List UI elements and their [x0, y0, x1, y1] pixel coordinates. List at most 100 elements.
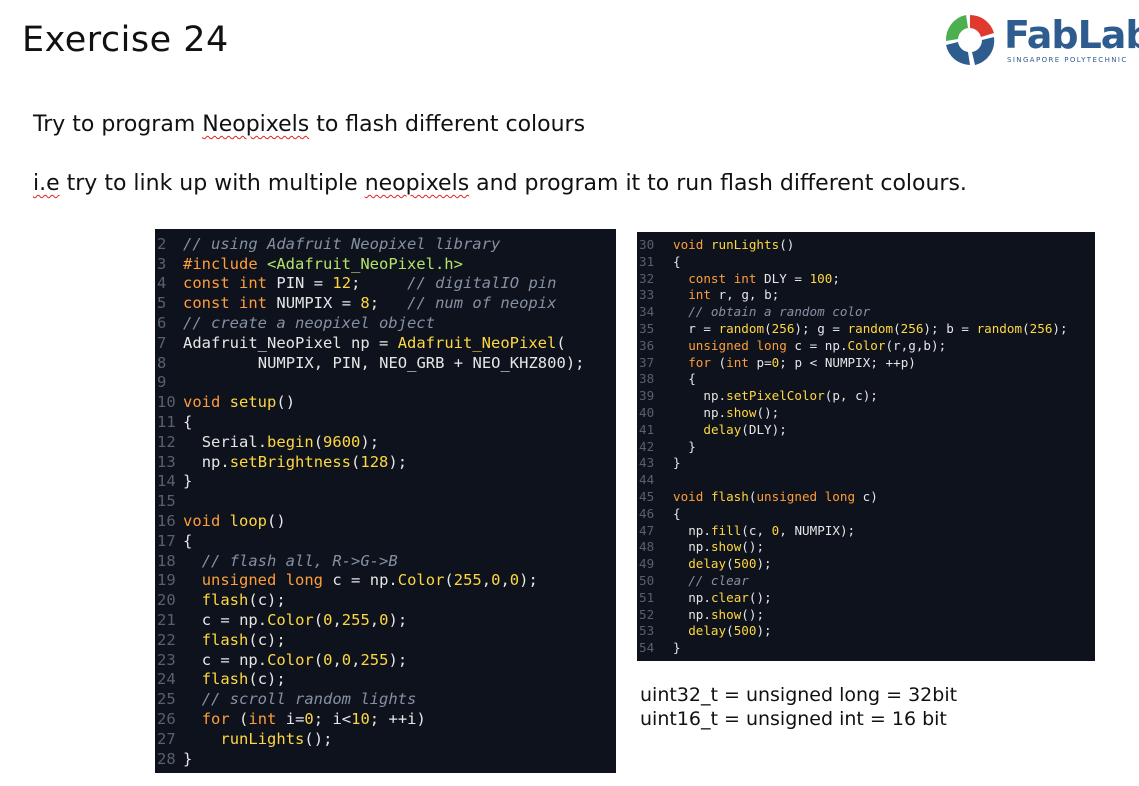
line-number: 28 [157, 749, 176, 768]
code-line: 30 void runLights() [637, 237, 794, 254]
code-line: 47 np.fill(c, 0, NUMPIX); [637, 523, 855, 540]
code-text: } [673, 640, 681, 656]
code-text: #include <Adafruit_NeoPixel.h> [183, 254, 463, 273]
code-line: 19 unsigned long c = np.Color(255,0,0); [155, 571, 538, 591]
code-line: 2 // using Adafruit Neopixel library [155, 235, 500, 255]
line-number: 22 [157, 630, 176, 649]
code-text: // obtain a random color [688, 304, 871, 320]
code-text: flash(c); [201, 591, 286, 610]
code-text: Serial.begin(9600); [201, 432, 380, 451]
line-number: 10 [157, 393, 176, 412]
line-number: 11 [157, 413, 176, 431]
line-number: 43 [639, 455, 655, 471]
line-number: 48 [639, 539, 655, 555]
line-number: 50 [639, 573, 655, 588]
instruction-text-flagged: neopixels [364, 171, 470, 196]
code-line: 48 np.show(); [637, 539, 764, 556]
code-line: 25 // scroll random lights [155, 690, 416, 710]
code-text: for (int p=0; p < NUMPIX; ++p) [688, 354, 916, 370]
instruction-text-flagged: Neopixels [202, 112, 310, 137]
line-number: 13 [157, 452, 176, 471]
code-text: for (int i=0; i<10; ++i) [201, 710, 426, 728]
code-text: // using Adafruit Neopixel library [183, 234, 501, 253]
code-line: 3 #include <Adafruit_NeoPixel.h> [155, 255, 463, 275]
line-number: 20 [157, 591, 176, 610]
page-title: Exercise 24 [22, 20, 229, 60]
code-text: np.clear(); [688, 589, 772, 605]
code-text: } [183, 472, 193, 491]
line-number: 47 [639, 522, 655, 538]
code-text: np.show(); [688, 539, 765, 555]
code-text: { [673, 505, 681, 521]
code-text: delay(500); [688, 556, 772, 572]
code-line: 39 np.setPixelColor(p, c); [637, 388, 878, 405]
line-number: 7 [157, 333, 167, 352]
line-number: 52 [639, 606, 655, 622]
logo-subtitle: SINGAPORE POLYTECHNIC [1007, 56, 1128, 64]
code-line: 10 void setup() [155, 393, 295, 413]
code-text: unsigned long c = np.Color(255,0,0); [201, 571, 538, 590]
line-number: 40 [639, 405, 655, 420]
code-text: unsigned long c = np.Color(r,g,b); [688, 337, 947, 353]
line-number: 16 [157, 512, 176, 530]
line-number: 19 [157, 571, 176, 590]
code-text: np.fill(c, 0, NUMPIX); [688, 522, 856, 538]
code-text: c = np.Color(0,255,0); [201, 611, 408, 629]
code-line: 16 void loop() [155, 512, 286, 532]
code-line: 33 int r, g, b; [637, 287, 779, 304]
code-text: void flash(unsigned long c) [673, 489, 878, 504]
code-text: // create a neopixel object [183, 314, 435, 332]
code-line: 46 { [637, 506, 681, 523]
code-screenshot-runlights-flash: 30 void runLights() 31 {32 const int DLY = … [637, 232, 1095, 661]
code-text: delay(DLY); [703, 421, 787, 437]
code-text: { [183, 413, 193, 431]
code-line: 44 [637, 472, 673, 489]
line-number: 23 [157, 650, 176, 669]
line-number: 17 [157, 531, 176, 550]
instruction-line-2: i.e try to link up with multiple neopixe… [33, 171, 967, 196]
code-text: { [183, 531, 193, 550]
instruction-text: to flash different colours [309, 112, 586, 137]
code-screenshot-setup-loop: 12 // using Adafruit Neopixel library 3 #in… [155, 229, 616, 773]
line-number: 39 [639, 388, 655, 404]
code-line: 12 Serial.begin(9600); [155, 433, 379, 453]
code-line: 31 { [637, 254, 681, 271]
line-number: 51 [639, 589, 655, 605]
line-number: 21 [157, 611, 176, 629]
note-uint16: uint16_t = unsigned int = 16 bit [640, 708, 947, 730]
code-line: 15 [155, 492, 183, 512]
code-text: const int NUMPIX = 8; // num of neopix [183, 294, 557, 313]
line-number: 4 [157, 274, 167, 293]
code-line: 40 np.show(); [637, 405, 779, 422]
code-line: 13 np.setBrightness(128); [155, 453, 407, 473]
code-line: 23 c = np.Color(0,0,255); [155, 651, 407, 671]
code-line: 5 const int NUMPIX = 8; // num of neopix [155, 294, 556, 314]
line-number: 24 [157, 670, 176, 689]
fablab-logo: FabLab SINGAPORE POLYTECHNIC [941, 11, 1139, 71]
line-number: 53 [639, 623, 655, 639]
line-number: 38 [639, 371, 655, 387]
code-text: NUMPIX, PIN, NEO_GRB + NEO_KHZ800); [257, 353, 585, 372]
code-line: 54} [637, 640, 681, 657]
code-text: Adafruit_NeoPixel np = Adafruit_NeoPixel… [183, 333, 566, 352]
code-line: 42 } [637, 439, 696, 456]
code-line: 6 // create a neopixel object [155, 314, 435, 334]
code-text: np.setPixelColor(p, c); [703, 388, 878, 404]
code-line: 14} [155, 472, 192, 492]
line-number: 2 [157, 234, 167, 253]
line-number: 41 [639, 421, 655, 437]
code-text: c = np.Color(0,0,255); [201, 650, 408, 669]
code-line: 45 void flash(unsigned long c) [637, 489, 878, 506]
code-line: 17 { [155, 532, 192, 552]
code-text: void runLights() [673, 237, 795, 252]
code-text: int r, g, b; [688, 287, 780, 303]
instruction-text: and program it to run flash different co… [469, 171, 967, 196]
instruction-line-1: Try to program Neopixels to flash differ… [33, 112, 585, 137]
code-line: 28} [155, 750, 192, 770]
code-line: 36 unsigned long c = np.Color(r,g,b); [637, 338, 946, 355]
code-line: 37 for (int p=0; p < NUMPIX; ++p) [637, 355, 916, 372]
code-text: // clear [688, 573, 749, 588]
code-line: 20 flash(c); [155, 591, 286, 611]
code-text: delay(500); [688, 623, 772, 639]
code-text: flash(c); [201, 670, 286, 689]
